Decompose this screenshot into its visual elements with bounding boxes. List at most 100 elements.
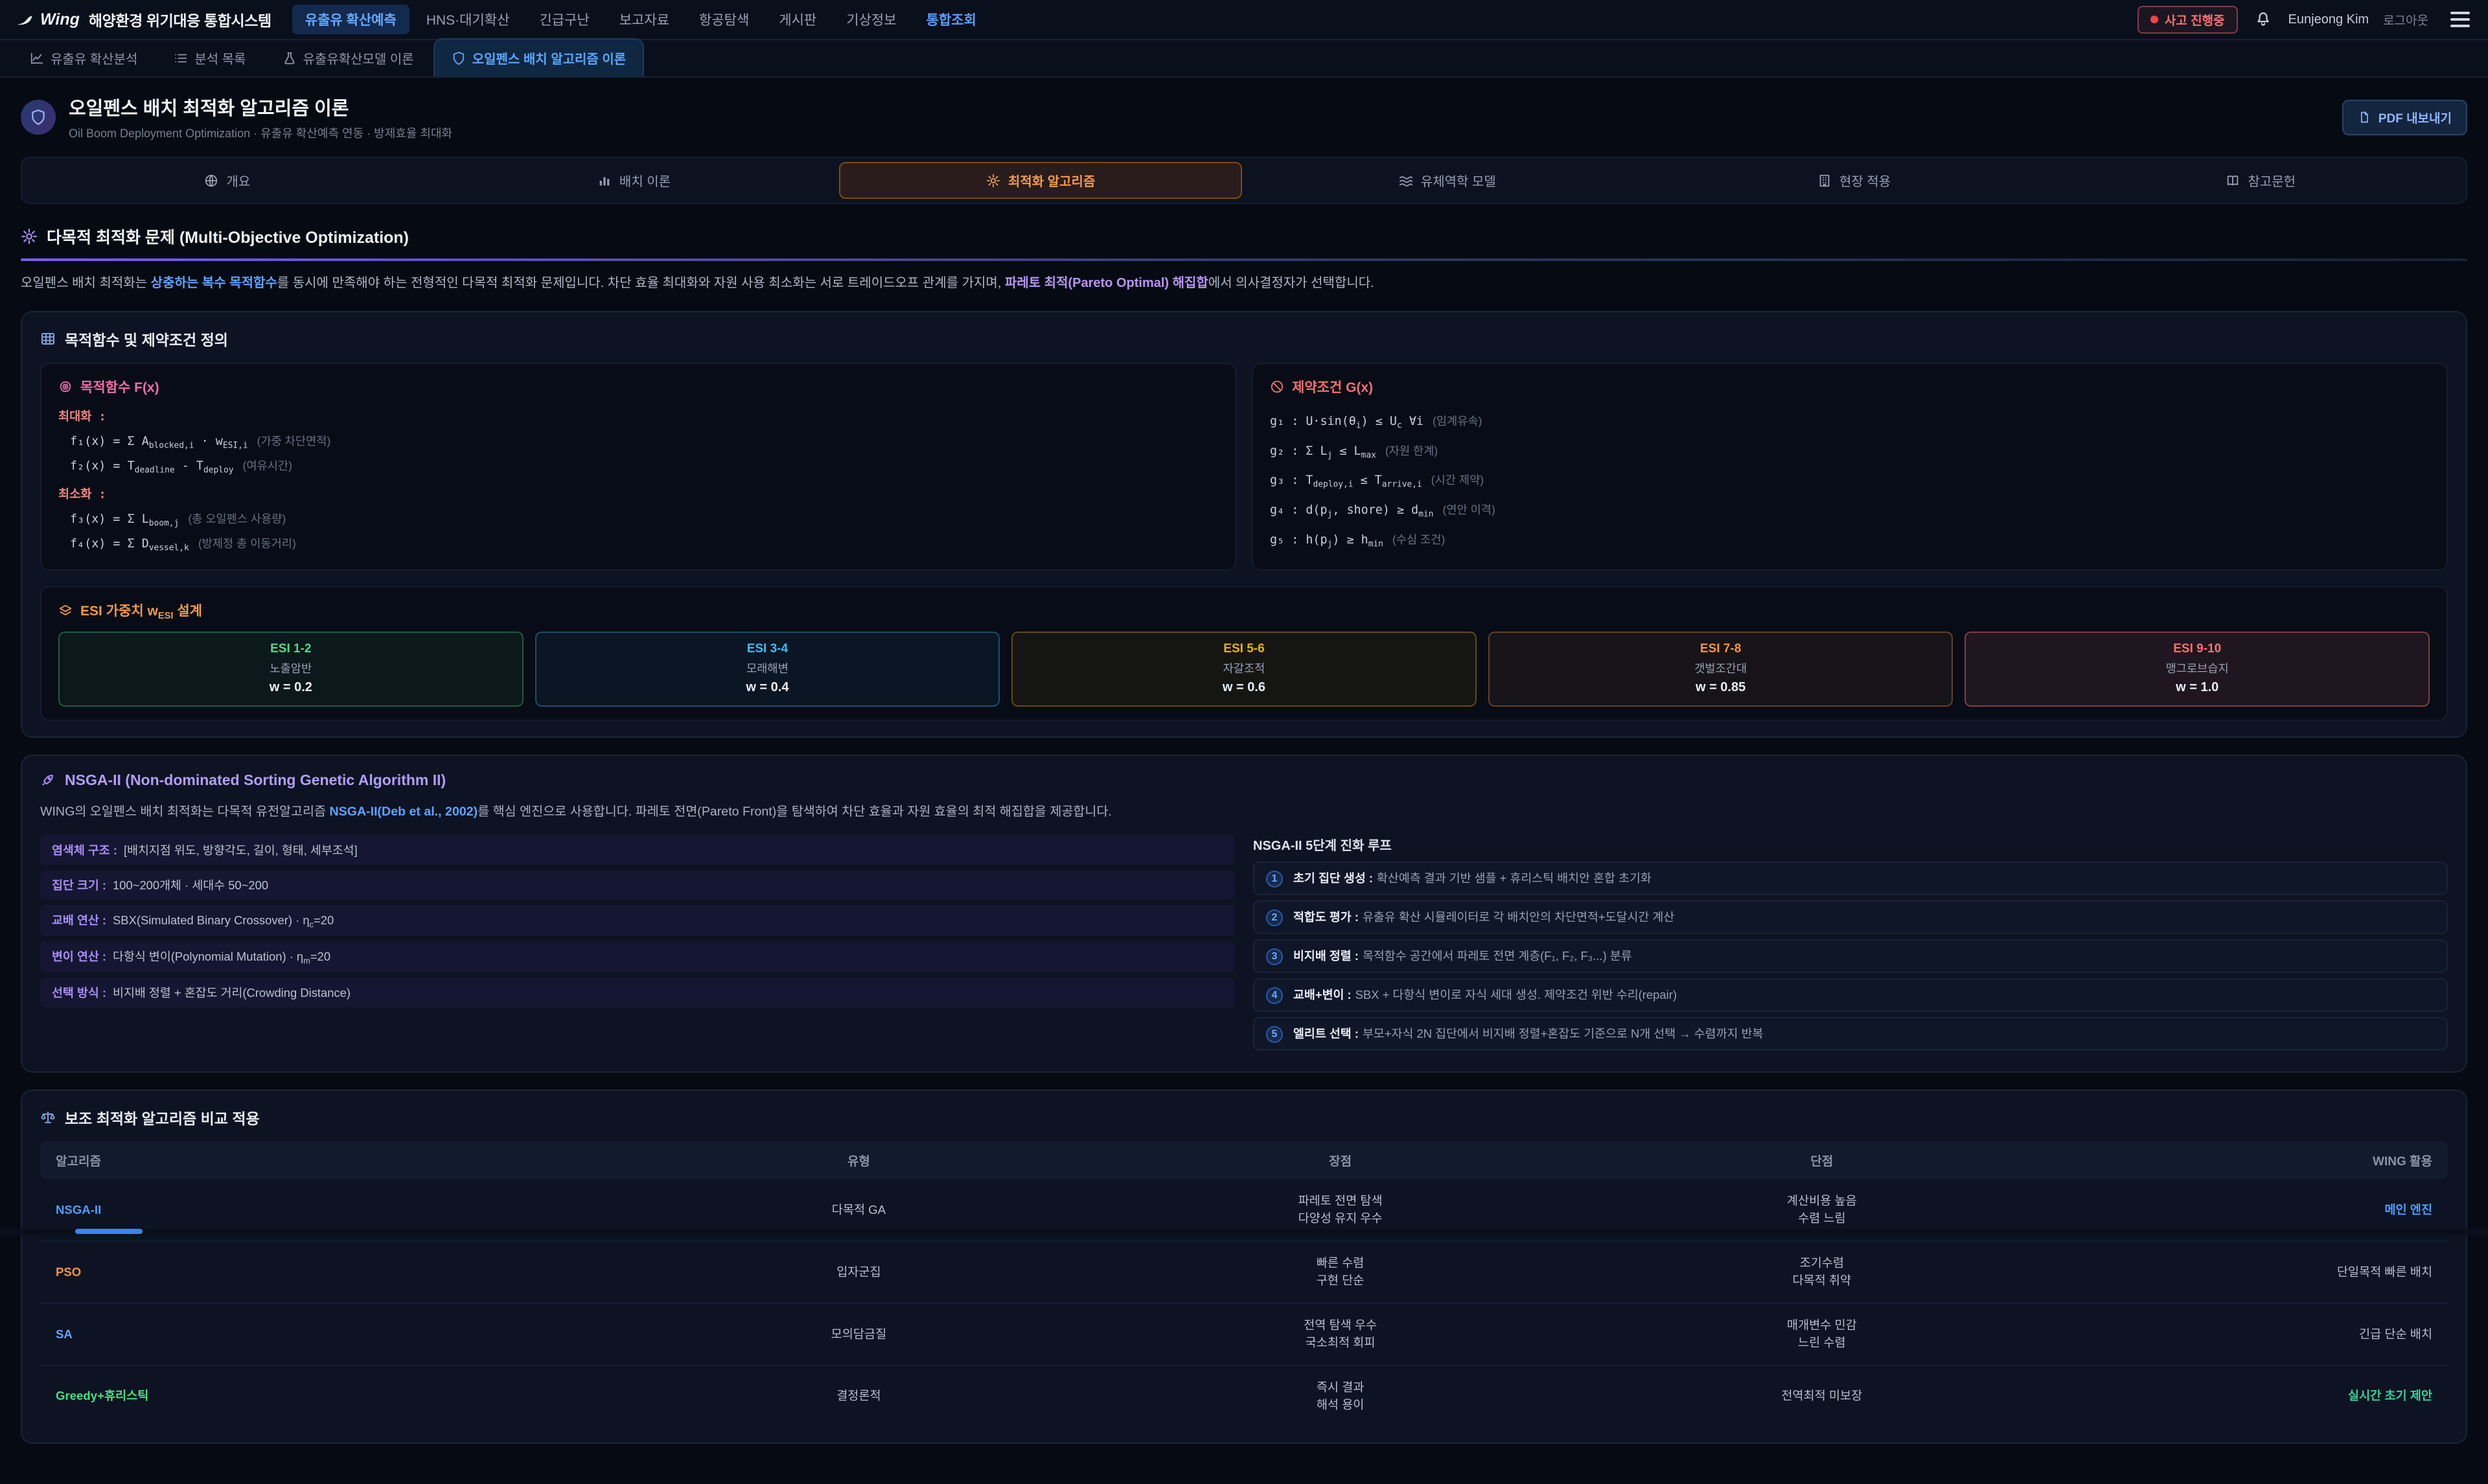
formula: f₁(x) = Σ Ablocked,i · wESI,i bbox=[70, 435, 248, 451]
intro-text: 를 동시에 만족해야 하는 전형적인 다목적 최적화 문제입니다. 차단 효율 … bbox=[277, 276, 1005, 290]
pdf-export-button[interactable]: PDF 내보내기 bbox=[2342, 100, 2467, 135]
shield-icon bbox=[30, 109, 47, 126]
wing-usage-cell: 실시간 초기 제안 bbox=[2062, 1365, 2448, 1427]
ban-icon bbox=[1270, 380, 1284, 394]
esi-weight-box: ESI 1-2 노출암반 w = 0.2 bbox=[58, 632, 524, 707]
tab-diffusion-model-theory[interactable]: 유출유확산모델 이론 bbox=[266, 40, 431, 76]
tab-label: 분석 목록 bbox=[194, 49, 246, 67]
esi-weight-value: w = 1.0 bbox=[1971, 680, 2423, 695]
wing-usage-cell: 단일목적 빠른 배치 bbox=[2062, 1241, 2448, 1303]
intro-text: 에서 의사결정자가 선택합니다. bbox=[1208, 276, 1374, 290]
section-tab-bar: 개요 배치 이론 최적화 알고리즘 유체역학 모델 현장 적용 참고문헌 bbox=[21, 157, 2467, 204]
tab-hydrodynamic-model[interactable]: 유체역학 모델 bbox=[1246, 162, 1649, 199]
parameter-value: SBX(Simulated Binary Crossover) · ηc=20 bbox=[113, 913, 334, 930]
formula: g₅ : h(pj) ≥ hmin bbox=[1270, 533, 1383, 549]
table-row[interactable]: Greedy+휴리스틱 결정론적 즉시 결과 해석 용이 전역최적 미보장 실시… bbox=[40, 1365, 2448, 1427]
nav-item[interactable]: HNS·대기확산 bbox=[413, 5, 523, 34]
subtab-bar: 유출유 확산분석 분석 목록 유출유확산모델 이론 오일펜스 배치 알고리즘 이… bbox=[0, 40, 2488, 78]
card-title: NSGA-II (Non-dominated Sorting Genetic A… bbox=[40, 771, 2448, 789]
formula-note: (여유시간) bbox=[242, 457, 292, 474]
step-label: 적합도 평가 : bbox=[1293, 910, 1359, 924]
parameter-row: 변이 연산 : 다항식 변이(Polynomial Mutation) · ηm… bbox=[40, 941, 1235, 972]
two-column-layout: 염색체 구조 : [배치지점 위도, 방향각도, 길이, 형태, 세부조석] 집… bbox=[40, 835, 2448, 1056]
nav-item-label: 기상정보 bbox=[846, 13, 896, 28]
building-icon bbox=[1817, 174, 1832, 188]
app-brand[interactable]: Wing 해양환경 위기대응 통합시스템 bbox=[16, 8, 271, 30]
esi-weight-box: ESI 3-4 모래해변 w = 0.4 bbox=[535, 632, 1000, 707]
table-row[interactable]: SA 모의담금질 전역 탐색 우수 국소최적 회피 매개변수 민감 느린 수렴 … bbox=[40, 1303, 2448, 1365]
nav-item-label: 게시판 bbox=[779, 13, 816, 28]
nsga-parameters-list: 염색체 구조 : [배치지점 위도, 방향각도, 길이, 형태, 세부조석] 집… bbox=[40, 835, 1235, 1056]
card-title: 목적함수 및 제약조건 정의 bbox=[40, 328, 2448, 350]
tab-label: 유출유확산모델 이론 bbox=[303, 49, 414, 67]
tab-overview[interactable]: 개요 bbox=[26, 162, 429, 199]
hamburger-icon bbox=[2450, 18, 2470, 21]
column-header-type: 유형 bbox=[618, 1141, 1100, 1180]
incident-status-badge[interactable]: 사고 진행중 bbox=[2137, 6, 2238, 34]
step-label: 엘리트 선택 : bbox=[1293, 1027, 1359, 1040]
tab-deployment-theory[interactable]: 배치 이론 bbox=[433, 162, 836, 199]
tab-boom-deployment-algorithm-theory[interactable]: 오일펜스 배치 알고리즘 이론 bbox=[433, 38, 644, 76]
pros-cell: 즉시 결과 해석 용이 bbox=[1100, 1365, 1581, 1427]
step-description: 유출유 확산 시뮬레이터로 각 배치안의 차단면적+도달시간 계산 bbox=[1363, 910, 1674, 924]
tab-label: 유출유 확산분석 bbox=[51, 49, 137, 67]
main-content: 다목적 최적화 문제 (Multi-Objective Optimization… bbox=[0, 204, 2488, 1484]
formula-note: (연안 이격) bbox=[1442, 501, 1495, 518]
cons-cell: 매개변수 민감 느린 수렴 bbox=[1581, 1303, 2062, 1365]
panel-title-text: 제약조건 G(x) bbox=[1292, 377, 1373, 396]
hamburger-menu-button[interactable] bbox=[2448, 14, 2472, 25]
nav-item[interactable]: 게시판 bbox=[766, 5, 829, 34]
tab-field-application[interactable]: 현장 적용 bbox=[1653, 162, 2056, 199]
tab-references[interactable]: 참고문헌 bbox=[2059, 162, 2462, 199]
horizontal-scrollbar-thumb[interactable] bbox=[75, 1229, 143, 1234]
formula-row: f₂(x) = Tdeadline - Tdeploy (여유시간) bbox=[58, 454, 1218, 479]
logout-link[interactable]: 로그아웃 bbox=[2383, 11, 2428, 29]
section-tab-label: 참고문헌 bbox=[2248, 171, 2296, 190]
tab-analysis-list[interactable]: 분석 목록 bbox=[157, 40, 262, 76]
nav-item[interactable]: 유출유 확산예측 bbox=[292, 5, 409, 34]
table-row[interactable]: PSO 입자군집 빠른 수렴 구현 단순 조기수렴 다목적 취약 단일목적 빠른… bbox=[40, 1241, 2448, 1303]
constraint-row: g₃ : Tdeploy,i ≤ Tarrive,i (시간 제약) bbox=[1270, 466, 2430, 496]
nav-item[interactable]: 기상정보 bbox=[833, 5, 909, 34]
formula-row: f₄(x) = Σ Dvessel,k (방제정 총 이동거리) bbox=[58, 532, 1218, 556]
notification-bell-button[interactable] bbox=[2252, 8, 2274, 30]
panel-title: ESI 가중치 wESI 설계 bbox=[58, 600, 2430, 621]
nav-item[interactable]: 통합조회 bbox=[914, 5, 989, 34]
formula: g₂ : Σ Lj ≤ Lmax bbox=[1270, 444, 1376, 461]
nav-item[interactable]: 보고자료 bbox=[606, 5, 682, 34]
tab-spill-diffusion-analysis[interactable]: 유출유 확산분석 bbox=[13, 40, 154, 76]
section-tab-label: 유체역학 모델 bbox=[1421, 171, 1496, 190]
nav-item-label: 항공탐색 bbox=[699, 13, 749, 28]
step-text: 적합도 평가 : 유출유 확산 시뮬레이터로 각 배치안의 차단면적+도달시간 계… bbox=[1293, 908, 1674, 925]
panel-title: 제약조건 G(x) bbox=[1270, 377, 2430, 396]
bar-chart-icon bbox=[597, 174, 612, 188]
esi-shore-type: 맹그로브습지 bbox=[1971, 660, 2423, 676]
topbar-right: 사고 진행중 Eunjeong Kim 로그아웃 bbox=[2137, 6, 2472, 34]
table-body: NSGA-II 다목적 GA 파레토 전면 탐색 다양성 유지 우수 계산비용 … bbox=[40, 1180, 2448, 1427]
step-number-badge: 2 bbox=[1266, 909, 1283, 926]
esi-weight-box: ESI 7-8 갯벌조간대 w = 0.85 bbox=[1488, 632, 1953, 707]
constraint-row: g₄ : d(pj, shore) ≥ dmin (연안 이격) bbox=[1270, 496, 2430, 525]
algorithm-name-cell: Greedy+휴리스틱 bbox=[40, 1365, 618, 1427]
step-number-badge: 1 bbox=[1266, 871, 1283, 887]
column-header-wing-usage: WING 활용 bbox=[2062, 1141, 2448, 1180]
parameter-value: 100~200개체 · 세대수 50~200 bbox=[113, 876, 268, 893]
incident-badge-label: 사고 진행중 bbox=[2165, 11, 2225, 29]
step-label: 초기 집단 생성 : bbox=[1293, 871, 1373, 885]
algorithm-type-cell: 입자군집 bbox=[618, 1241, 1100, 1303]
nav-item[interactable]: 긴급구난 bbox=[526, 5, 602, 34]
parameter-label: 선택 방식 : bbox=[52, 984, 106, 1001]
algorithm-name-cell: PSO bbox=[40, 1241, 618, 1303]
globe-icon bbox=[204, 174, 218, 188]
esi-weights-panel: ESI 가중치 wESI 설계 ESI 1-2 노출암반 w = 0.2 ESI… bbox=[40, 586, 2448, 721]
formula-note: (방제정 총 이동거리) bbox=[198, 535, 296, 551]
parameter-row: 염색체 구조 : [배치지점 위도, 방향각도, 길이, 형태, 세부조석] bbox=[40, 835, 1235, 865]
formula-note: (가중 차단면적) bbox=[257, 433, 331, 449]
evolution-step: 3 비지배 정렬 :목적함수 공간에서 파레토 전면 계층(F₁, F₂, F₃… bbox=[1253, 939, 2448, 973]
esi-shore-type: 노출암반 bbox=[65, 660, 517, 676]
grid-icon bbox=[40, 331, 56, 347]
esi-weight-value: w = 0.2 bbox=[65, 680, 517, 695]
tab-optimization-algorithm[interactable]: 최적화 알고리즘 bbox=[839, 162, 1242, 199]
topbar: Wing 해양환경 위기대응 통합시스템 유출유 확산예측 HNS·대기확산 긴… bbox=[0, 0, 2488, 40]
nav-item[interactable]: 항공탐색 bbox=[686, 5, 762, 34]
